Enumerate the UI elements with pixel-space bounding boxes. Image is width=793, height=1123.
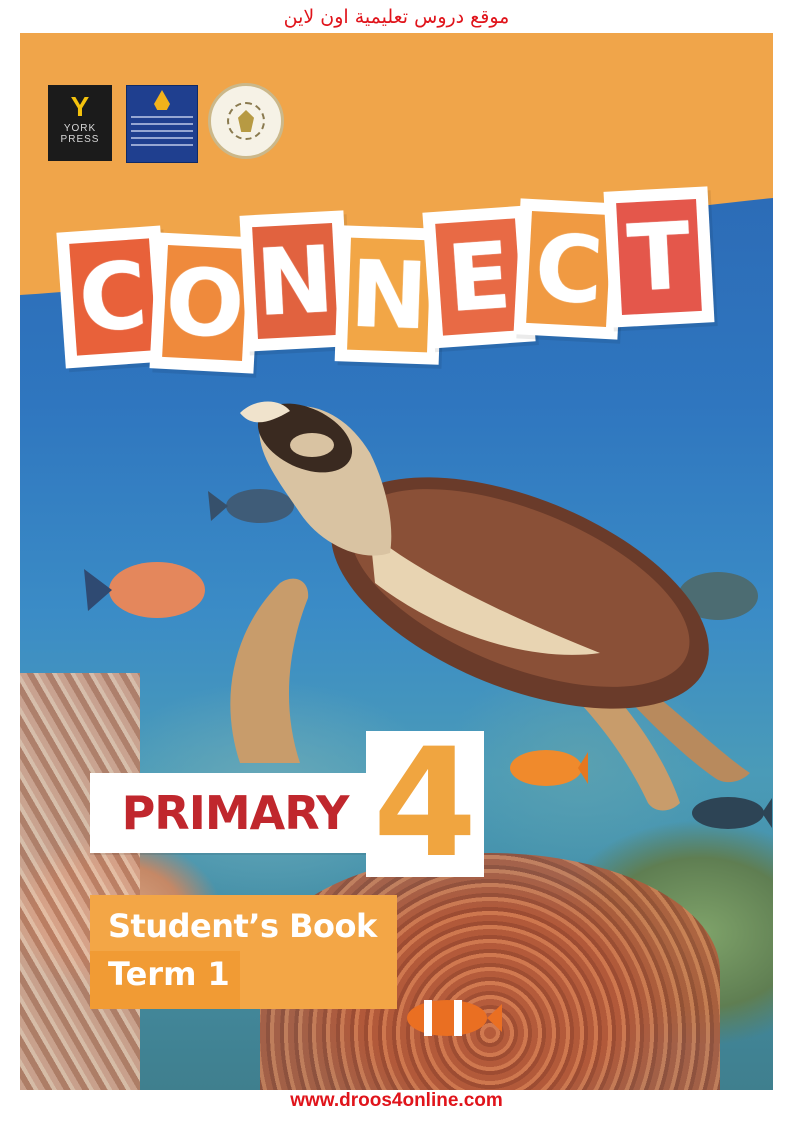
title-letter-2: O	[153, 236, 257, 370]
title-letter-glyph: O	[162, 244, 248, 362]
york-logo-line2: PRESS	[60, 134, 100, 145]
fish-orange-left	[84, 562, 205, 618]
title-letter-4: N	[338, 229, 440, 361]
site-url[interactable]: www.droos4online.com	[0, 1090, 793, 1112]
publisher-lettering	[131, 116, 193, 148]
ship-icon	[154, 90, 170, 110]
title-letter-glyph: N	[252, 222, 338, 340]
title-letter-7: T	[607, 190, 711, 324]
egyptian-international-publishing-longman-logo	[126, 85, 198, 163]
level-label: PRIMARY	[121, 786, 350, 840]
level-number: 4	[372, 717, 478, 891]
york-logo-mark: Y	[70, 91, 90, 122]
title-letter-glyph: T	[616, 198, 702, 316]
title-letter-3: N	[243, 214, 347, 348]
level-number-box: 4	[366, 717, 484, 891]
york-press-logo: Y YORK PRESS	[48, 85, 112, 161]
title-letter-glyph: C	[69, 238, 157, 356]
title-letter-glyph: C	[526, 210, 612, 328]
york-logo-line1: YORK	[63, 123, 97, 134]
site-title: موقع دروس تعليمية اون لاين	[283, 6, 510, 28]
term-label: Term 1	[108, 955, 230, 993]
book-label: Student’s Book	[108, 907, 377, 945]
book-term-box: Student’s Book Term 1	[90, 895, 397, 1009]
level-label-box: PRIMARY	[90, 773, 380, 853]
clownfish	[407, 1000, 502, 1036]
title-letter-1: C	[60, 229, 166, 365]
title-letter-glyph: E	[435, 218, 523, 336]
title-letter-6: C	[517, 202, 621, 336]
connect-title: CONNECT	[60, 190, 711, 393]
title-letter-glyph: N	[347, 237, 431, 353]
book-cover: Y YORK PRESS CONNECT PRIMARY 4 Student’s…	[20, 33, 773, 1090]
coral-left	[20, 673, 140, 1090]
ministry-of-education-seal	[208, 83, 284, 159]
title-letter-5: E	[426, 209, 532, 345]
